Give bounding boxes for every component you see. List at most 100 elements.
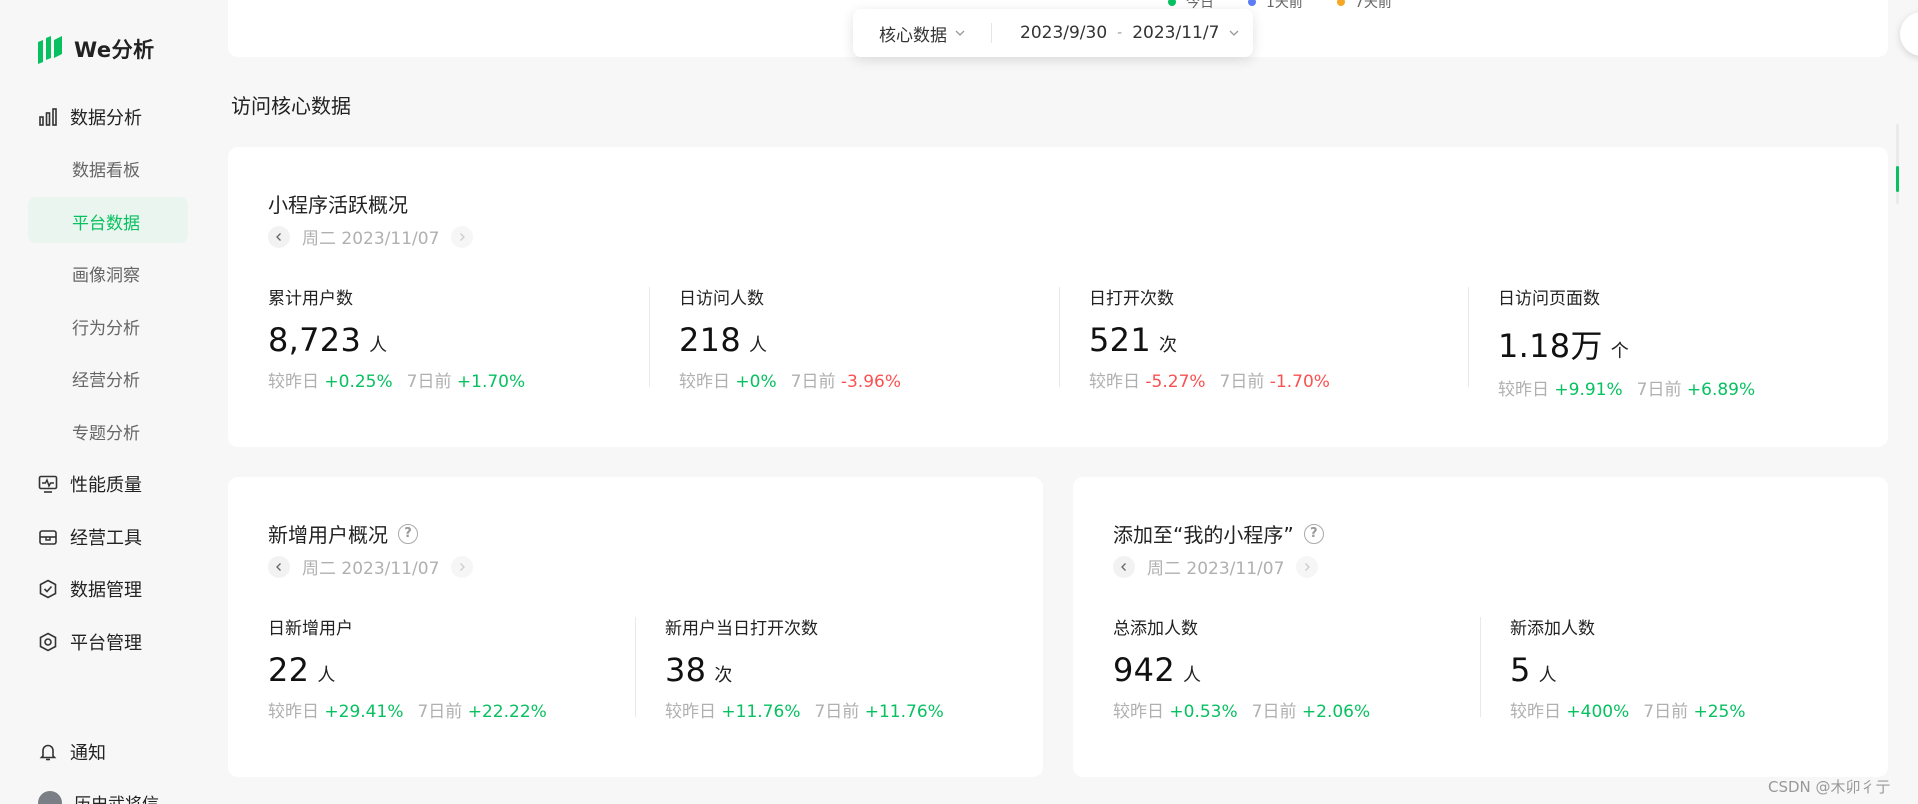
metric-unit: 次 (1158, 335, 1177, 356)
metric-label: 总添加人数 (1113, 619, 1198, 639)
metric-unit: 人 (369, 335, 388, 356)
prev-day-button[interactable] (1113, 555, 1135, 578)
chevron-right-icon (1305, 562, 1311, 571)
cmp-value: +25% (1693, 702, 1746, 722)
prev-day-button[interactable] (268, 225, 290, 248)
legend-label: 1天前 (1266, 0, 1303, 11)
metric-unit: 人 (748, 335, 767, 356)
section-title: 访问核心数据 (231, 94, 351, 118)
next-day-button[interactable] (451, 555, 474, 578)
current-date: 周二 2023/11/07 (302, 559, 440, 579)
filter-bar: 核心数据 2023/9/30 - 2023/11/7 (853, 9, 1253, 57)
chevron-right-icon (460, 562, 466, 571)
cmp-value: +9.91% (1554, 380, 1623, 400)
nav-notifications[interactable]: 通知 (38, 739, 106, 765)
cmp-label: 较昨日 (1510, 702, 1561, 722)
cmp-value: +0% (735, 372, 777, 392)
sub-item-topic[interactable]: 专题分析 (72, 419, 140, 444)
sub-item-behavior[interactable]: 行为分析 (72, 314, 140, 339)
help-icon[interactable]: ? (398, 523, 418, 544)
current-date: 周二 2023/11/07 (302, 229, 440, 249)
range-separator: - (1117, 25, 1123, 41)
nav-label: 性能质量 (70, 475, 142, 496)
chevron-left-icon (1121, 562, 1126, 571)
hexagon-check-icon (39, 579, 57, 599)
metric-unit: 个 (1610, 341, 1629, 362)
cmp-value: +2.06% (1301, 702, 1371, 722)
sub-item-business[interactable]: 经营分析 (72, 366, 140, 391)
cmp-value: +6.89% (1686, 380, 1756, 400)
metric-daily-new-users: 日新增用户 22 人 较昨日 +29.41% 7日前 +22.22% (268, 614, 547, 722)
nav-label: 通知 (70, 743, 106, 764)
divider (991, 23, 992, 43)
nav-data-analysis[interactable]: 数据分析 (38, 104, 142, 130)
metric-unit: 人 (317, 665, 336, 686)
cmp-value: -5.27% (1145, 372, 1206, 392)
cmp-label: 较昨日 (1089, 372, 1140, 392)
metric-daily-opens: 日打开次数 521 次 较昨日 -5.27% 7日前 -1.70% (1089, 284, 1330, 392)
metric-total-users: 累计用户数 8,723 人 较昨日 +0.25% 7日前 +1.70% (268, 284, 525, 392)
chevron-down-icon (955, 30, 965, 36)
prev-day-button[interactable] (268, 555, 290, 578)
sub-item-dashboard[interactable]: 数据看板 (72, 156, 140, 181)
cmp-label: 较昨日 (1113, 702, 1164, 722)
cmp-label: 较昨日 (268, 702, 319, 722)
card-title: 小程序活跃概况 (268, 189, 408, 218)
cmp-label: 较昨日 (1498, 380, 1549, 400)
metric-daily-visitors: 日访问人数 218 人 较昨日 +0% 7日前 -3.96% (679, 284, 901, 392)
chevron-left-icon (276, 562, 281, 571)
nav-business-tools[interactable]: 经营工具 (38, 524, 142, 550)
next-day-button[interactable] (1296, 555, 1319, 578)
legend-item-1day[interactable]: 1天前 (1248, 0, 1303, 12)
metric-label: 新用户当日打开次数 (665, 619, 818, 639)
cmp-label: 7日前 (1643, 702, 1689, 722)
cmp-label: 较昨日 (679, 372, 730, 392)
nav-label: 经营工具 (70, 528, 142, 549)
cmp-value: +1.70% (456, 372, 526, 392)
help-icon[interactable]: ? (1303, 523, 1324, 544)
data-type-label: 核心数据 (879, 25, 947, 46)
nav-platform-management[interactable]: 平台管理 (38, 629, 142, 655)
date-switcher: 周二 2023/11/07 (268, 224, 474, 249)
hexagon-gear-icon (39, 632, 57, 652)
range-end: 2023/11/7 (1132, 23, 1220, 43)
legend-item-7day[interactable]: 7天前 (1336, 0, 1392, 12)
cmp-label: 7日前 (1251, 702, 1297, 722)
metric-unit: 人 (1182, 665, 1201, 686)
cmp-value: +0.53% (1169, 702, 1238, 722)
user-profile[interactable]: 历史武将信 (38, 790, 159, 804)
card-title: 添加至“我的小程序” ? (1113, 519, 1324, 548)
cmp-label: 较昨日 (665, 702, 716, 722)
sub-item-platform-data[interactable]: 平台数据 (72, 209, 140, 234)
bar-chart-icon (39, 108, 57, 126)
current-date: 周二 2023/11/07 (1147, 559, 1285, 579)
nav-data-management[interactable]: 数据管理 (38, 576, 142, 602)
cmp-label: 较昨日 (268, 372, 319, 392)
metric-value: 5 (1510, 651, 1531, 689)
next-day-button[interactable] (451, 225, 474, 248)
metric-label: 日访问页面数 (1498, 289, 1600, 309)
metric-label: 累计用户数 (268, 289, 353, 309)
avatar (38, 790, 62, 804)
nav-performance[interactable]: 性能质量 (38, 471, 142, 497)
divider (635, 617, 636, 717)
app-logo[interactable]: We分析 (36, 34, 155, 64)
metric-new-added: 新添加人数 5人 较昨日 +400% 7日前 +25% (1510, 614, 1746, 722)
metric-label: 日打开次数 (1089, 289, 1174, 309)
metric-total-added: 总添加人数 942 人 较昨日 +0.53% 7日前 +2.06% (1113, 614, 1370, 722)
scrollbar-track[interactable] (1896, 124, 1899, 204)
card-title-text: 小程序活跃概况 (268, 193, 408, 217)
cmp-value: -1.70% (1269, 372, 1330, 392)
scroll-top-button[interactable] (1900, 12, 1918, 56)
date-range-picker[interactable]: 2023/9/30 - 2023/11/7 (1020, 23, 1239, 43)
data-type-dropdown[interactable]: 核心数据 (879, 21, 965, 46)
metric-value: 218 (679, 321, 741, 359)
cmp-label: 7日前 (417, 702, 463, 722)
cmp-value: +29.41% (324, 702, 404, 722)
sub-item-portrait[interactable]: 画像洞察 (72, 261, 140, 286)
cmp-label: 7日前 (1219, 372, 1265, 392)
scrollbar-thumb[interactable] (1896, 166, 1899, 192)
cmp-value: +0.25% (324, 372, 393, 392)
legend-dot (1248, 0, 1256, 6)
cmp-value: +22.22% (467, 702, 547, 722)
